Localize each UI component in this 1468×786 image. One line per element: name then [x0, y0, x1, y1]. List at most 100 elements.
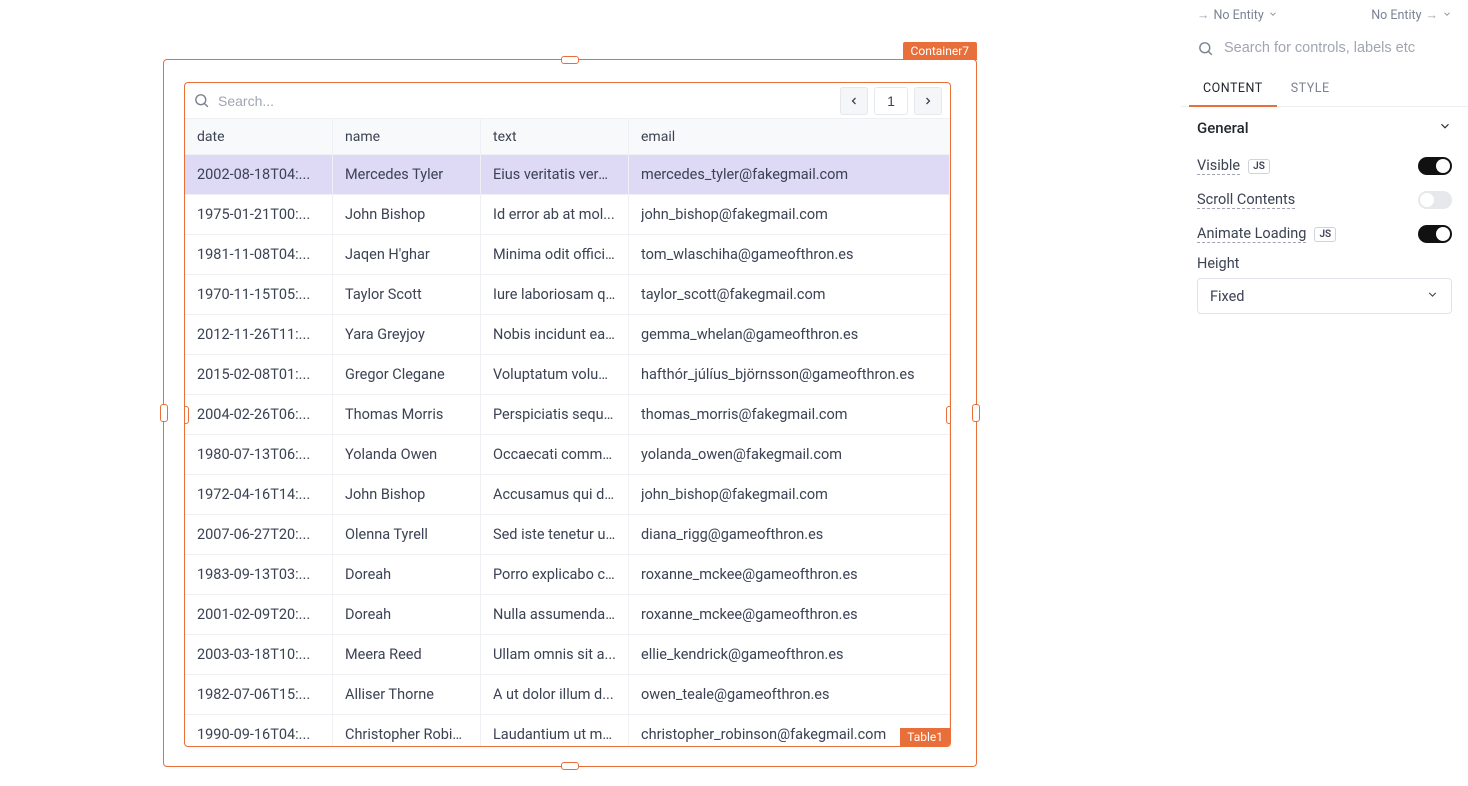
cell-email[interactable]: ellie_kendrick@gameofthron.es — [629, 635, 950, 674]
animate-loading-toggle[interactable] — [1418, 225, 1452, 243]
cell-name[interactable]: Christopher Robin... — [333, 715, 481, 747]
cell-date[interactable]: 1970-11-15T05:... — [185, 275, 333, 314]
col-header-date[interactable]: date — [185, 119, 333, 154]
cell-name[interactable]: Doreah — [333, 595, 481, 634]
cell-email[interactable]: roxanne_mckee@gameofthron.es — [629, 555, 950, 594]
cell-email[interactable]: owen_teale@gameofthron.es — [629, 675, 950, 714]
cell-name[interactable]: Yolanda Owen — [333, 435, 481, 474]
cell-name[interactable]: John Bishop — [333, 475, 481, 514]
resize-handle-top[interactable] — [561, 56, 579, 64]
cell-email[interactable]: diana_rigg@gameofthron.es — [629, 515, 950, 554]
cell-email[interactable]: gemma_whelan@gameofthron.es — [629, 315, 950, 354]
panel-search-input[interactable] — [1224, 40, 1452, 56]
cell-email[interactable]: john_bishop@fakegmail.com — [629, 475, 950, 514]
cell-name[interactable]: Doreah — [333, 555, 481, 594]
js-badge[interactable]: JS — [1314, 227, 1336, 242]
cell-date[interactable]: 1990-09-16T04:... — [185, 715, 333, 747]
table-row[interactable]: 2015-02-08T01:...Gregor CleganeVoluptatu… — [185, 355, 950, 395]
visible-toggle[interactable] — [1418, 157, 1452, 175]
table-row[interactable]: 2004-02-26T06:...Thomas MorrisPerspiciat… — [185, 395, 950, 435]
cell-name[interactable]: Mercedes Tyler — [333, 155, 481, 194]
cell-text[interactable]: Nobis incidunt ea ... — [481, 315, 629, 354]
incoming-entity-dropdown[interactable]: → No Entity — [1197, 8, 1278, 23]
col-header-name[interactable]: name — [333, 119, 481, 154]
cell-email[interactable]: hafthór_júlíus_björnsson@gameofthron.es — [629, 355, 950, 394]
cell-email[interactable]: roxanne_mckee@gameofthron.es — [629, 595, 950, 634]
cell-email[interactable]: tom_wlaschiha@gameofthron.es — [629, 235, 950, 274]
section-general-header[interactable]: General — [1181, 107, 1468, 149]
cell-date[interactable]: 2007-06-27T20:... — [185, 515, 333, 554]
cell-text[interactable]: Accusamus qui di... — [481, 475, 629, 514]
tab-style[interactable]: STYLE — [1277, 73, 1344, 106]
table-row[interactable]: 1972-04-16T14:...John BishopAccusamus qu… — [185, 475, 950, 515]
cell-text[interactable]: Id error ab at mol... — [481, 195, 629, 234]
cell-name[interactable]: John Bishop — [333, 195, 481, 234]
cell-email[interactable]: thomas_morris@fakegmail.com — [629, 395, 950, 434]
resize-handle-bottom[interactable] — [561, 762, 579, 770]
cell-text[interactable]: Eius veritatis vero ... — [481, 155, 629, 194]
cell-date[interactable]: 2001-02-09T20:... — [185, 595, 333, 634]
cell-email[interactable]: taylor_scott@fakegmail.com — [629, 275, 950, 314]
table-row[interactable]: 1975-01-21T00:...John BishopId error ab … — [185, 195, 950, 235]
resize-handle-left[interactable] — [160, 404, 168, 422]
table-row[interactable]: 1981-11-08T04:...Jaqen H'gharMinima odit… — [185, 235, 950, 275]
cell-text[interactable]: Iure laboriosam q... — [481, 275, 629, 314]
scroll-contents-toggle[interactable] — [1418, 191, 1452, 209]
table-row[interactable]: 1983-09-13T03:...DoreahPorro explicabo c… — [185, 555, 950, 595]
outgoing-entity-dropdown[interactable]: No Entity → — [1371, 8, 1452, 23]
cell-text[interactable]: Laudantium ut mo... — [481, 715, 629, 747]
next-page-button[interactable] — [914, 87, 942, 115]
cell-name[interactable]: Gregor Clegane — [333, 355, 481, 394]
cell-date[interactable]: 1972-04-16T14:... — [185, 475, 333, 514]
canvas[interactable]: Container7 date — [0, 0, 1180, 786]
cell-date[interactable]: 2015-02-08T01:... — [185, 355, 333, 394]
cell-text[interactable]: Perspiciatis sequi ... — [481, 395, 629, 434]
cell-name[interactable]: Yara Greyjoy — [333, 315, 481, 354]
cell-text[interactable]: Voluptatum volup... — [481, 355, 629, 394]
cell-name[interactable]: Alliser Thorne — [333, 675, 481, 714]
cell-text[interactable]: Nulla assumenda ... — [481, 595, 629, 634]
table-row[interactable]: 2012-11-26T11:...Yara GreyjoyNobis incid… — [185, 315, 950, 355]
table-row[interactable]: 2001-02-09T20:...DoreahNulla assumenda .… — [185, 595, 950, 635]
cell-date[interactable]: 2004-02-26T06:... — [185, 395, 333, 434]
resize-handle-right[interactable] — [946, 406, 951, 424]
table-row[interactable]: 1970-11-15T05:...Taylor ScottIure labori… — [185, 275, 950, 315]
cell-date[interactable]: 1982-07-06T15:... — [185, 675, 333, 714]
table-row[interactable]: 2003-03-18T10:...Meera ReedUllam omnis s… — [185, 635, 950, 675]
col-header-email[interactable]: email — [629, 119, 950, 154]
height-select[interactable]: Fixed — [1197, 278, 1452, 314]
prev-page-button[interactable] — [840, 87, 868, 115]
cell-date[interactable]: 1980-07-13T06:... — [185, 435, 333, 474]
cell-name[interactable]: Thomas Morris — [333, 395, 481, 434]
col-header-text[interactable]: text — [481, 119, 629, 154]
table-row[interactable]: 1990-09-16T04:...Christopher Robin...Lau… — [185, 715, 950, 747]
cell-date[interactable]: 2003-03-18T10:... — [185, 635, 333, 674]
table-widget[interactable]: date name text email 2002-08-18T04:...Me… — [184, 82, 951, 747]
cell-email[interactable]: mercedes_tyler@fakegmail.com — [629, 155, 950, 194]
resize-handle-right[interactable] — [972, 404, 980, 422]
cell-text[interactable]: Minima odit officii... — [481, 235, 629, 274]
table-row[interactable]: 2002-08-18T04:...Mercedes TylerEius veri… — [185, 155, 950, 195]
js-badge[interactable]: JS — [1248, 159, 1270, 174]
cell-text[interactable]: Porro explicabo c... — [481, 555, 629, 594]
cell-date[interactable]: 1975-01-21T00:... — [185, 195, 333, 234]
cell-date[interactable]: 1981-11-08T04:... — [185, 235, 333, 274]
table-search-input[interactable] — [218, 93, 840, 109]
cell-date[interactable]: 2002-08-18T04:... — [185, 155, 333, 194]
cell-text[interactable]: Sed iste tenetur u... — [481, 515, 629, 554]
cell-name[interactable]: Taylor Scott — [333, 275, 481, 314]
cell-email[interactable]: yolanda_owen@fakegmail.com — [629, 435, 950, 474]
table-row[interactable]: 2007-06-27T20:...Olenna TyrellSed iste t… — [185, 515, 950, 555]
cell-text[interactable]: Occaecati commo... — [481, 435, 629, 474]
resize-handle-left[interactable] — [184, 406, 189, 424]
table-row[interactable]: 1980-07-13T06:...Yolanda OwenOccaecati c… — [185, 435, 950, 475]
cell-date[interactable]: 2012-11-26T11:... — [185, 315, 333, 354]
tab-content[interactable]: CONTENT — [1189, 73, 1277, 107]
cell-date[interactable]: 1983-09-13T03:... — [185, 555, 333, 594]
cell-text[interactable]: A ut dolor illum d... — [481, 675, 629, 714]
cell-email[interactable]: john_bishop@fakegmail.com — [629, 195, 950, 234]
cell-name[interactable]: Meera Reed — [333, 635, 481, 674]
cell-name[interactable]: Olenna Tyrell — [333, 515, 481, 554]
page-number-input[interactable] — [874, 87, 908, 115]
cell-name[interactable]: Jaqen H'ghar — [333, 235, 481, 274]
